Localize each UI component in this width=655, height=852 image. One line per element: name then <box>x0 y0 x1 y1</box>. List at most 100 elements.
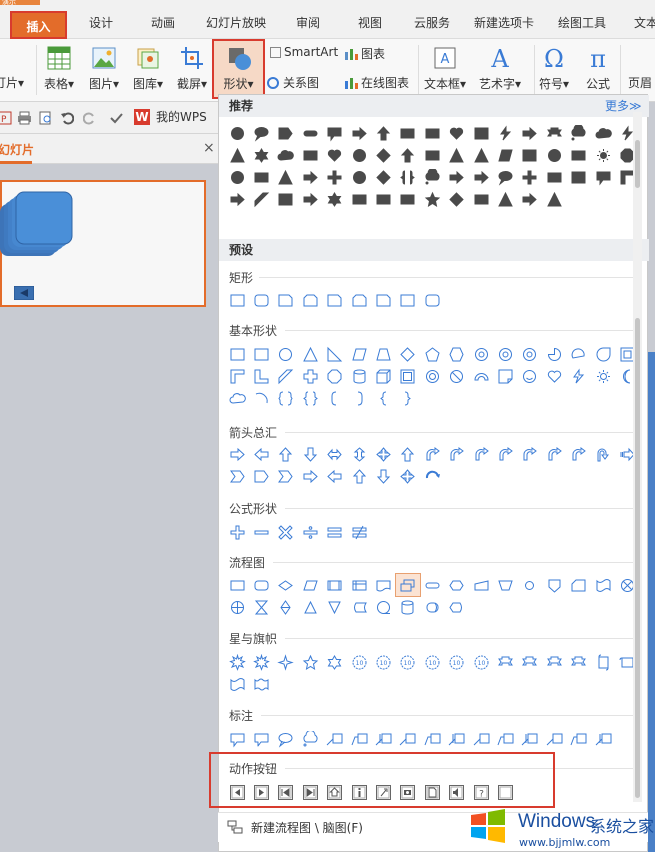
shape-item[interactable] <box>493 343 517 365</box>
shape-item[interactable] <box>298 188 322 210</box>
shape-item[interactable] <box>249 728 273 750</box>
shape-item[interactable] <box>469 166 493 188</box>
shape-item[interactable] <box>566 728 590 750</box>
shape-item[interactable] <box>274 443 298 465</box>
shape-item[interactable] <box>420 343 444 365</box>
shape-item[interactable] <box>371 596 395 618</box>
chart-button[interactable]: 图表 <box>344 45 385 62</box>
tab-new[interactable]: 新建选项卡 <box>474 14 534 31</box>
shape-item[interactable] <box>249 574 273 596</box>
shape-item[interactable] <box>566 443 590 465</box>
shape-item[interactable] <box>298 144 322 166</box>
header-button[interactable]: 页眉 <box>628 74 652 91</box>
shape-item[interactable] <box>225 574 249 596</box>
shape-item[interactable] <box>298 122 322 144</box>
online-chart-button[interactable]: 在线图表 <box>344 74 409 91</box>
shape-item[interactable] <box>371 188 395 210</box>
shape-item[interactable] <box>371 443 395 465</box>
shape-item[interactable] <box>542 574 566 596</box>
shape-item[interactable] <box>445 343 469 365</box>
shape-item[interactable] <box>323 122 347 144</box>
gallery-button[interactable]: 图库▾ <box>133 45 163 92</box>
shape-item[interactable] <box>591 343 615 365</box>
tab-slideshow[interactable]: 幻灯片放映 <box>206 14 266 31</box>
shape-item[interactable] <box>371 465 395 487</box>
shape-item[interactable] <box>323 343 347 365</box>
shape-item[interactable] <box>347 188 371 210</box>
shape-item[interactable] <box>445 365 469 387</box>
shape-item[interactable] <box>420 144 444 166</box>
shape-item[interactable] <box>396 289 420 311</box>
shape-item[interactable] <box>518 651 542 673</box>
shape-item[interactable] <box>542 651 566 673</box>
table-button[interactable]: 表格▾ <box>44 45 74 92</box>
shape-item[interactable] <box>396 122 420 144</box>
shape-item[interactable] <box>225 166 249 188</box>
shape-item[interactable] <box>371 387 395 409</box>
shape-item[interactable] <box>396 188 420 210</box>
shape-item[interactable] <box>420 443 444 465</box>
shape-item[interactable] <box>347 289 371 311</box>
shape-item[interactable] <box>274 465 298 487</box>
shape-item[interactable] <box>518 144 542 166</box>
shape-item[interactable] <box>225 465 249 487</box>
shape-item[interactable] <box>371 365 395 387</box>
shape-item[interactable] <box>493 443 517 465</box>
shape-item[interactable] <box>274 596 298 618</box>
shape-item[interactable] <box>566 122 590 144</box>
shape-item[interactable] <box>323 365 347 387</box>
shape-item[interactable] <box>518 343 542 365</box>
symbol-button[interactable]: Ω 符号▾ <box>539 45 569 92</box>
shape-item[interactable] <box>396 144 420 166</box>
shape-item[interactable] <box>566 343 590 365</box>
tab-view[interactable]: 视图 <box>358 14 382 31</box>
shape-item[interactable] <box>225 343 249 365</box>
shape-item[interactable] <box>396 387 420 409</box>
shape-item[interactable] <box>347 443 371 465</box>
shape-item[interactable] <box>298 651 322 673</box>
shape-item[interactable] <box>347 343 371 365</box>
shape-item[interactable] <box>298 343 322 365</box>
shape-item[interactable] <box>396 166 420 188</box>
shape-item[interactable] <box>420 365 444 387</box>
print-preview-icon[interactable] <box>39 111 53 125</box>
shape-item[interactable] <box>249 673 273 695</box>
shape-item[interactable] <box>323 574 347 596</box>
shape-item[interactable]: 10 <box>371 651 395 673</box>
shape-item[interactable] <box>323 651 347 673</box>
shape-item[interactable] <box>249 166 273 188</box>
shape-item[interactable] <box>591 166 615 188</box>
shape-item[interactable] <box>445 443 469 465</box>
shape-item[interactable] <box>323 521 347 543</box>
shape-item[interactable] <box>518 574 542 596</box>
shape-item[interactable]: 10 <box>347 651 371 673</box>
shape-item[interactable] <box>566 651 590 673</box>
tab-cloud[interactable]: 云服务 <box>414 14 450 31</box>
shape-item[interactable] <box>420 188 444 210</box>
shape-item[interactable] <box>394 573 422 597</box>
shape-item[interactable] <box>469 365 493 387</box>
shape-item[interactable] <box>542 166 566 188</box>
shape-item[interactable] <box>225 188 249 210</box>
shape-item[interactable]: 10 <box>396 651 420 673</box>
shape-item[interactable] <box>518 122 542 144</box>
shape-item[interactable] <box>542 122 566 144</box>
tab-review[interactable]: 审阅 <box>296 14 320 31</box>
shape-item[interactable] <box>445 728 469 750</box>
shape-item[interactable] <box>249 521 273 543</box>
formula-button[interactable]: π 公式 <box>585 45 611 92</box>
shape-item[interactable] <box>298 728 322 750</box>
shape-item[interactable] <box>591 365 615 387</box>
shape-item[interactable] <box>542 365 566 387</box>
shape-item[interactable] <box>274 289 298 311</box>
shape-item[interactable] <box>518 166 542 188</box>
shape-item[interactable] <box>518 728 542 750</box>
shape-item[interactable] <box>445 574 469 596</box>
preview-icon[interactable]: P <box>0 111 12 125</box>
shape-item[interactable] <box>445 596 469 618</box>
shape-item[interactable] <box>493 728 517 750</box>
shape-item[interactable] <box>445 188 469 210</box>
shape-item[interactable] <box>347 521 371 543</box>
shape-item[interactable] <box>323 596 347 618</box>
shape-item[interactable] <box>591 144 615 166</box>
